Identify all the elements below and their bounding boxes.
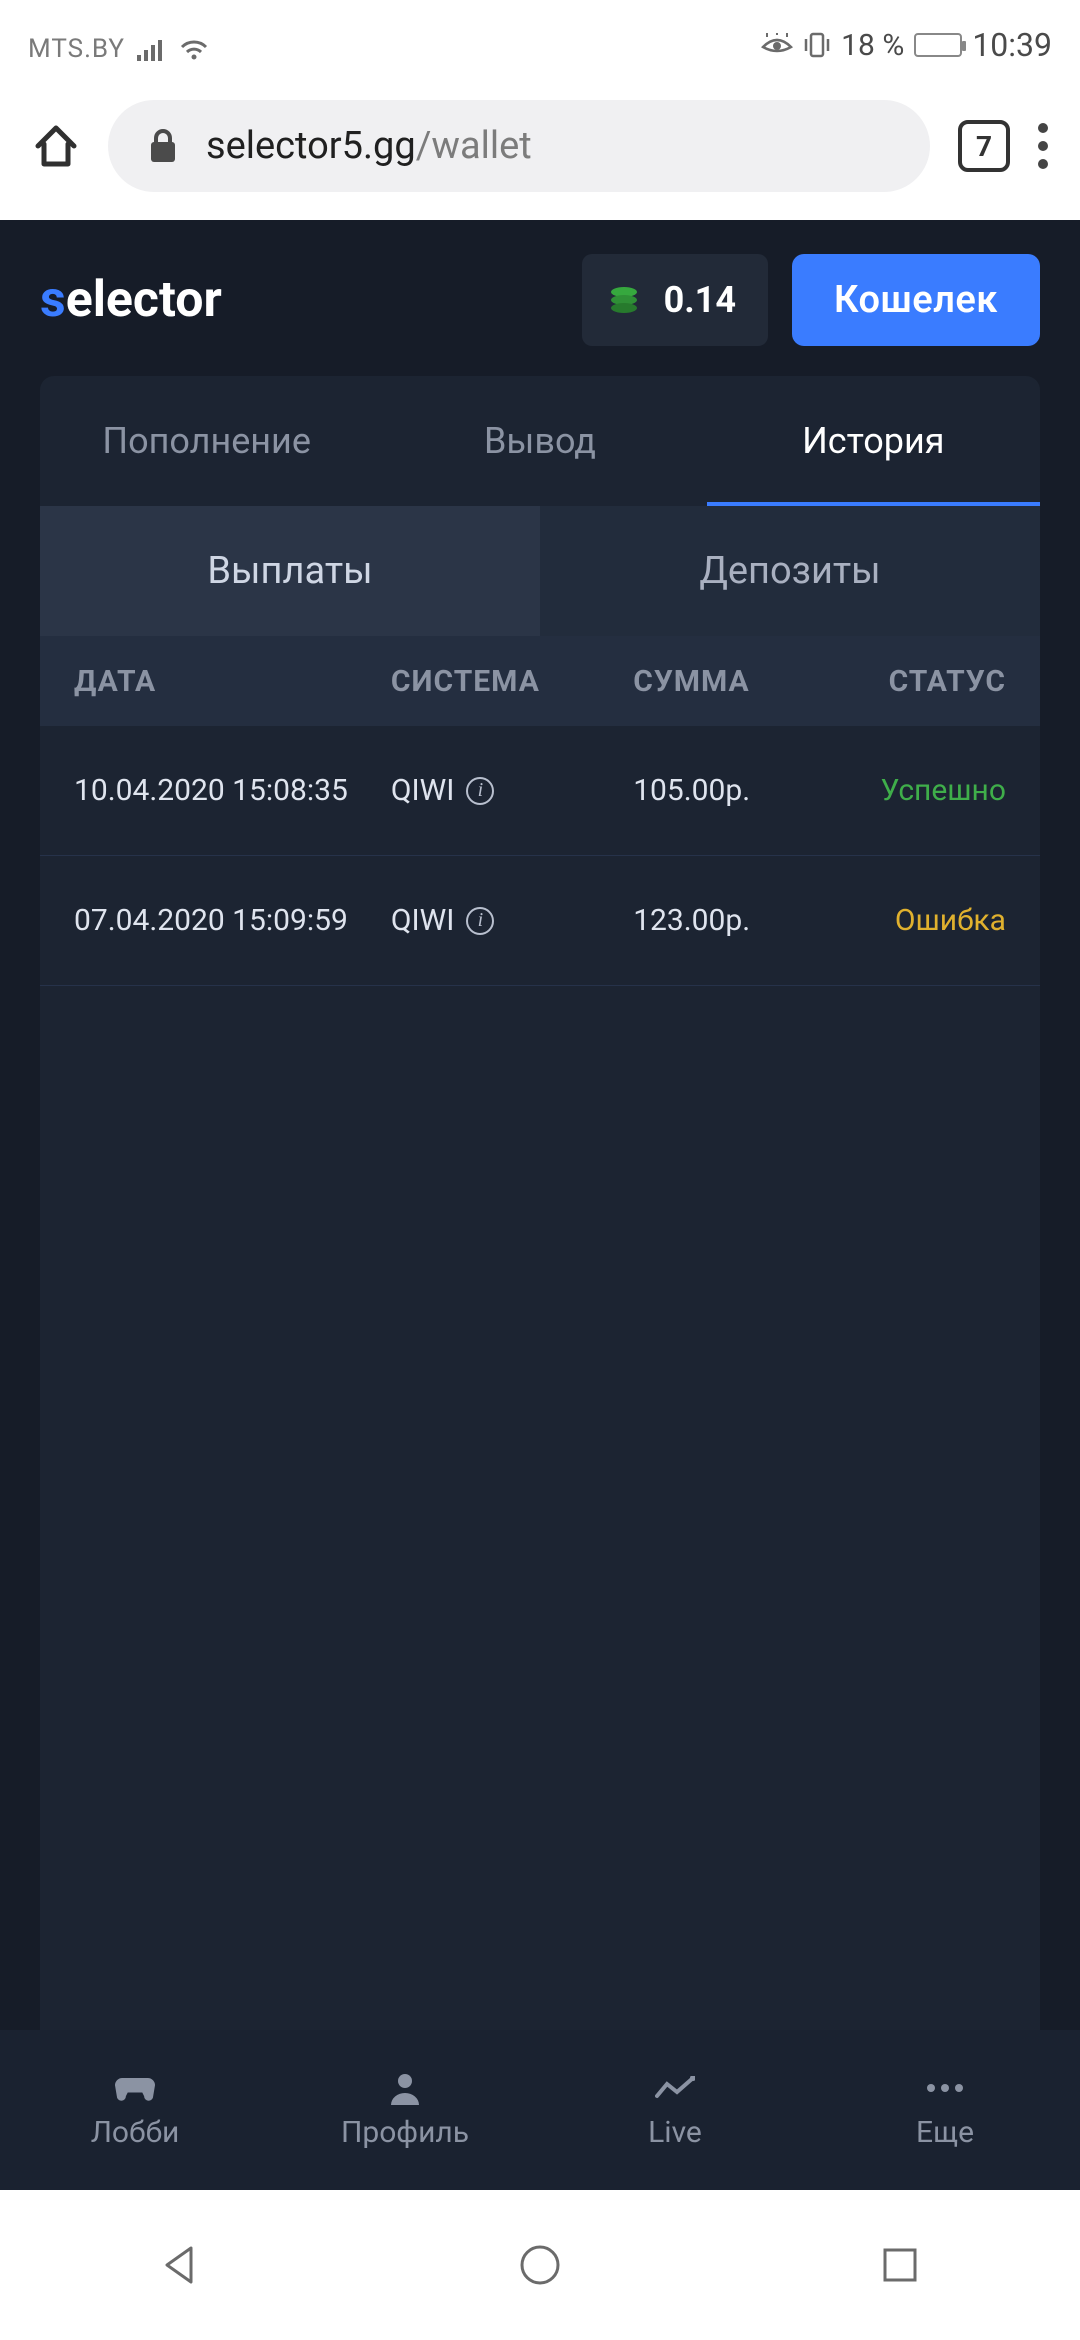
- more-icon: [925, 2071, 965, 2105]
- cell-date: 10.04.2020 15:08:35: [74, 773, 391, 808]
- android-recent-icon[interactable]: [877, 2242, 923, 2288]
- cell-status: Ошибка: [838, 903, 1006, 938]
- cell-sum: 123.00р.: [633, 903, 838, 938]
- person-icon: [385, 2071, 425, 2105]
- android-status-bar: MTS.BY 18 % 10:39: [0, 0, 1080, 72]
- nav-label: Live: [648, 2115, 702, 2150]
- nav-label: Профиль: [341, 2115, 469, 2150]
- url-domain: selector5.gg: [206, 124, 416, 168]
- nav-label: Еще: [916, 2115, 974, 2150]
- th-date: ДАТА: [74, 664, 391, 699]
- browser-home-icon[interactable]: [32, 122, 80, 170]
- nav-live[interactable]: Live: [540, 2030, 810, 2190]
- cell-sum: 105.00р.: [633, 773, 838, 808]
- balance-chip[interactable]: 0.14: [582, 254, 768, 346]
- tab-switcher[interactable]: 7: [958, 120, 1010, 172]
- cell-system: QIWI i: [391, 773, 633, 808]
- android-nav-bar: [0, 2190, 1080, 2340]
- info-icon[interactable]: i: [466, 907, 494, 935]
- status-left: MTS.BY: [28, 34, 209, 64]
- signal-icon: [137, 37, 167, 61]
- browser-toolbar: selector5.gg/wallet 7: [0, 72, 1080, 220]
- th-status: СТАТУС: [838, 664, 1006, 699]
- status-right: 18 % 10:39: [761, 26, 1052, 64]
- tab-history[interactable]: История: [707, 376, 1040, 506]
- subtab-payouts[interactable]: Выплаты: [40, 506, 540, 636]
- clock: 10:39: [972, 26, 1052, 64]
- url-bar[interactable]: selector5.gg/wallet: [108, 100, 930, 192]
- table-row: 07.04.2020 15:09:59 QIWI i 123.00р. Ошиб…: [40, 856, 1040, 986]
- wifi-icon: [179, 37, 209, 61]
- android-back-icon[interactable]: [157, 2242, 203, 2288]
- table-empty-space: [40, 986, 1040, 2030]
- system-name: QIWI: [391, 773, 455, 808]
- balance-value: 0.14: [664, 279, 736, 321]
- url-path: /wallet: [416, 124, 532, 168]
- cell-status: Успешно: [838, 773, 1006, 808]
- site-bottom-nav: Лобби Профиль Live Еще: [0, 2030, 1080, 2190]
- logo-accent: s: [40, 271, 66, 329]
- system-name: QIWI: [391, 903, 455, 938]
- battery-icon: [914, 33, 962, 57]
- url-text: selector5.gg/wallet: [206, 124, 532, 168]
- site-logo[interactable]: selector: [40, 271, 222, 329]
- nav-lobby[interactable]: Лобби: [0, 2030, 270, 2190]
- carrier-label: MTS.BY: [28, 34, 125, 64]
- eye-icon: [761, 33, 793, 57]
- gamepad-icon: [115, 2071, 155, 2105]
- th-sum: СУММА: [633, 664, 838, 699]
- cell-date: 07.04.2020 15:09:59: [74, 903, 391, 938]
- site-header: selector 0.14 Кошелек: [0, 220, 1080, 376]
- tab-deposit[interactable]: Пополнение: [40, 376, 373, 506]
- battery-percent: 18 %: [841, 28, 904, 63]
- table-row: 10.04.2020 15:08:35 QIWI i 105.00р. Успе…: [40, 726, 1040, 856]
- th-system: СИСТЕМА: [391, 664, 633, 699]
- android-home-icon[interactable]: [517, 2242, 563, 2288]
- subtab-deposits[interactable]: Депозиты: [540, 506, 1040, 636]
- info-icon[interactable]: i: [466, 777, 494, 805]
- primary-tabs: Пополнение Вывод История: [40, 376, 1040, 506]
- table-header: ДАТА СИСТЕМА СУММА СТАТУС: [40, 636, 1040, 726]
- secondary-tabs: Выплаты Депозиты: [40, 506, 1040, 636]
- cell-system: QIWI i: [391, 903, 633, 938]
- nav-profile[interactable]: Профиль: [270, 2030, 540, 2190]
- coins-icon: [606, 282, 642, 318]
- lock-icon: [148, 128, 178, 164]
- vibrate-icon: [803, 31, 831, 59]
- chart-line-icon: [655, 2071, 695, 2105]
- logo-rest: elector: [66, 271, 222, 329]
- tab-withdraw[interactable]: Вывод: [373, 376, 706, 506]
- nav-label: Лобби: [91, 2115, 180, 2150]
- nav-more[interactable]: Еще: [810, 2030, 1080, 2190]
- wallet-button[interactable]: Кошелек: [792, 254, 1040, 346]
- browser-menu-icon[interactable]: [1038, 123, 1048, 169]
- wallet-card: Пополнение Вывод История Выплаты Депозит…: [40, 376, 1040, 2030]
- page-viewport: selector 0.14 Кошелек Пополнение Вывод И…: [0, 220, 1080, 2190]
